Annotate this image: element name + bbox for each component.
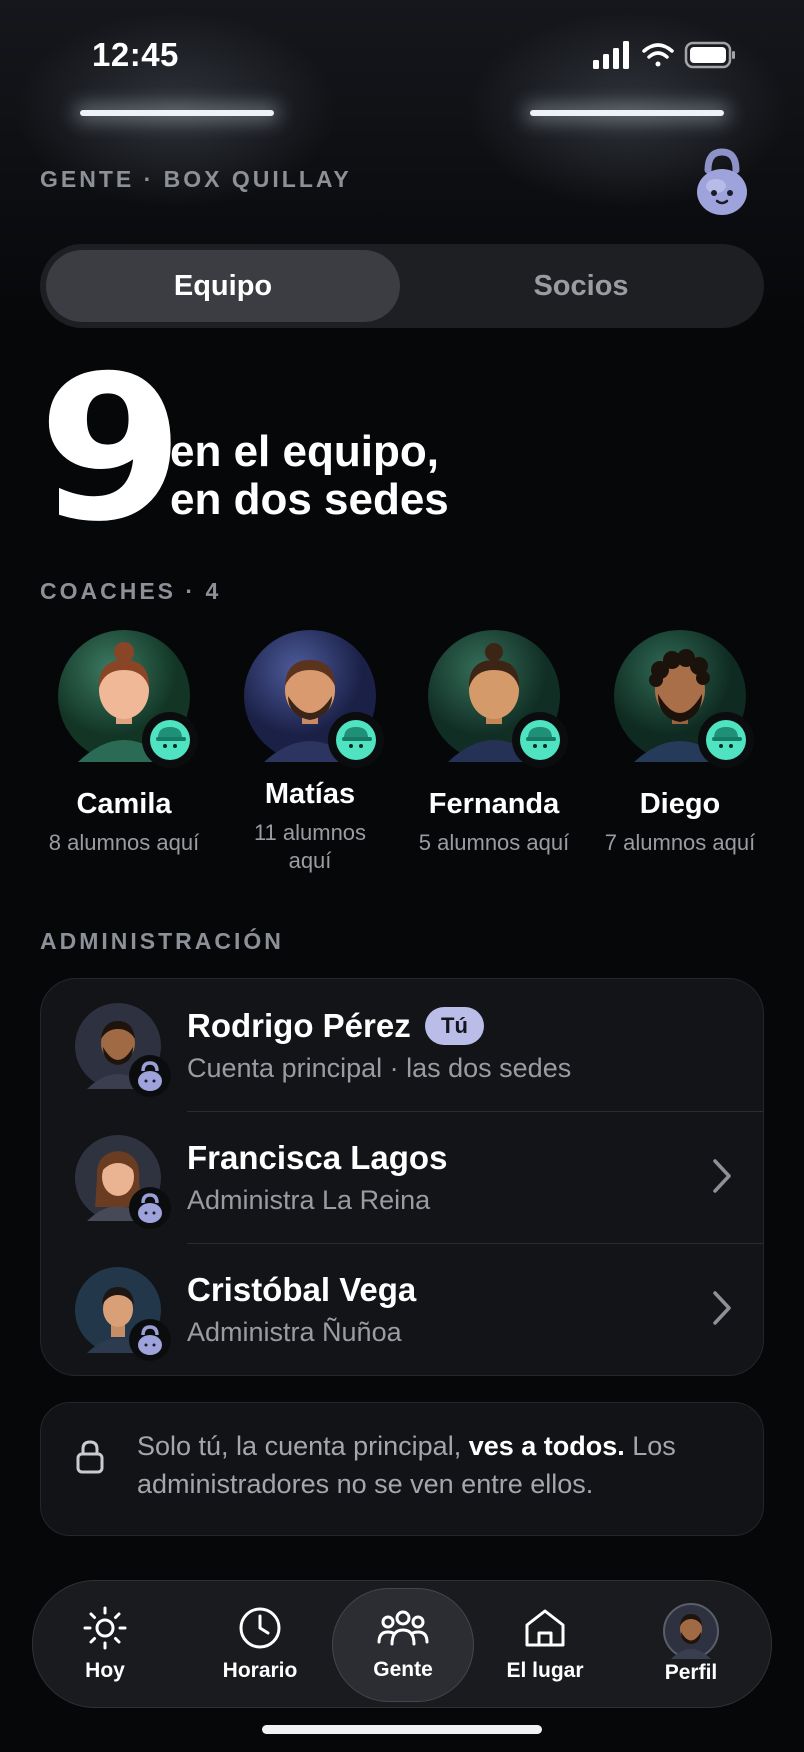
admin-row-rodrigo[interactable]: Rodrigo Pérez Tú Cuenta principal · las … <box>41 979 763 1111</box>
tab-label: El lugar <box>506 1659 584 1682</box>
chevron-right-icon <box>713 1291 731 1325</box>
people-icon <box>377 1610 429 1646</box>
admin-row-cristobal[interactable]: Cristóbal Vega Administra Ñuñoa <box>41 1243 763 1375</box>
admin-name: Cristóbal Vega <box>187 1271 417 1308</box>
section-title: GENTE · BOX QUILLAY <box>40 166 352 192</box>
coach-badge <box>698 712 754 768</box>
lock-icon <box>76 1440 104 1474</box>
coach-mascot-icon <box>336 720 376 760</box>
bottom-tab-bar: Hoy Horario Gente El lugar Perfil <box>32 1580 772 1708</box>
kettlebell-icon <box>138 1193 162 1223</box>
avatar <box>244 630 384 768</box>
coach-name: Camila <box>76 788 172 820</box>
current-user-badge: Tú <box>425 1007 484 1045</box>
house-icon <box>525 1609 565 1647</box>
privacy-notice: Solo tú, la cuenta principal, ves a todo… <box>40 1402 764 1536</box>
admin-name: Rodrigo Pérez <box>187 1007 411 1044</box>
avatar <box>614 630 754 768</box>
tab-el-lugar[interactable]: El lugar <box>475 1581 615 1707</box>
coach-card-matias[interactable]: Matías 11 alumnos aquí <box>220 630 400 875</box>
chevron-right-icon <box>713 1159 731 1193</box>
team-count: 9 <box>38 333 184 566</box>
coach-badge <box>142 712 198 768</box>
admin-row-francisca[interactable]: Francisca Lagos Administra La Reina <box>41 1111 763 1243</box>
tab-gente[interactable]: Gente <box>332 1588 474 1702</box>
kettlebell-mascot-icon[interactable] <box>694 146 750 218</box>
team-members-segmented-control: Equipo Socios <box>40 244 764 328</box>
caption-line-2: en dos sedes <box>170 475 449 524</box>
ceiling-light <box>80 110 274 116</box>
tab-label: Gente <box>373 1658 433 1681</box>
battery-icon <box>684 41 735 69</box>
coach-card-camila[interactable]: Camila 8 alumnos aquí <box>34 630 214 857</box>
signal-icon <box>593 41 629 69</box>
coach-name: Fernanda <box>428 788 560 820</box>
coach-students: 8 alumnos aquí <box>48 830 200 855</box>
wifi-icon <box>642 43 674 67</box>
admin-badge <box>129 1055 171 1097</box>
avatar <box>428 630 568 768</box>
kettlebell-icon <box>138 1325 162 1355</box>
coaches-section-title: COACHES · 4 <box>40 578 222 604</box>
tab-label: Hoy <box>85 1659 125 1682</box>
team-count-caption: en el equipo, en dos sedes <box>170 428 449 524</box>
status-time: 12:45 <box>92 36 179 73</box>
kettlebell-icon <box>138 1061 162 1091</box>
ceiling-light <box>530 110 724 116</box>
coach-card-fernanda[interactable]: Fernanda 5 alumnos aquí <box>404 630 584 857</box>
home-indicator[interactable] <box>262 1725 542 1734</box>
tab-hoy[interactable]: Hoy <box>35 1581 175 1707</box>
privacy-notice-text: Solo tú, la cuenta principal, ves a todo… <box>137 1427 737 1503</box>
admin-name: Francisca Lagos <box>187 1139 448 1176</box>
coach-name: Diego <box>639 788 721 820</box>
coach-students: 7 alumnos aquí <box>604 830 756 855</box>
admin-list: Rodrigo Pérez Tú Cuenta principal · las … <box>40 978 764 1376</box>
admin-description: Administra La Reina <box>187 1185 431 1215</box>
admin-badge <box>129 1319 171 1361</box>
avatar-icon <box>663 1603 719 1659</box>
coach-students: 11 alumnos aquí <box>253 820 367 873</box>
tab-label: Horario <box>222 1659 298 1682</box>
tab-socios[interactable]: Socios <box>404 250 758 322</box>
notice-text-emphasis: ves a todos. <box>468 1431 625 1461</box>
tab-horario[interactable]: Horario <box>190 1581 330 1707</box>
sun-icon <box>83 1606 127 1650</box>
clock-icon <box>239 1607 281 1649</box>
coach-badge <box>328 712 384 768</box>
avatar <box>58 630 198 768</box>
admin-badge <box>129 1187 171 1229</box>
admin-description: Administra Ñuñoa <box>187 1317 402 1347</box>
notice-text-part: Solo tú, la cuenta principal, <box>137 1431 469 1461</box>
coach-mascot-icon <box>706 720 746 760</box>
coach-card-diego[interactable]: Diego 7 alumnos aquí <box>590 630 770 857</box>
coach-mascot-icon <box>150 720 190 760</box>
tab-perfil[interactable]: Perfil <box>621 1581 761 1707</box>
tab-label: Perfil <box>664 1661 718 1684</box>
caption-line-1: en el equipo, <box>170 427 439 476</box>
admin-section-title: ADMINISTRACIÓN <box>40 928 284 954</box>
coach-name: Matías <box>264 778 356 810</box>
coach-mascot-icon <box>520 720 560 760</box>
coach-students: 5 alumnos aquí <box>418 830 570 855</box>
admin-description: Cuenta principal · las dos sedes <box>187 1053 572 1083</box>
status-icons <box>593 41 735 69</box>
coach-badge <box>512 712 568 768</box>
tab-equipo[interactable]: Equipo <box>46 250 400 322</box>
